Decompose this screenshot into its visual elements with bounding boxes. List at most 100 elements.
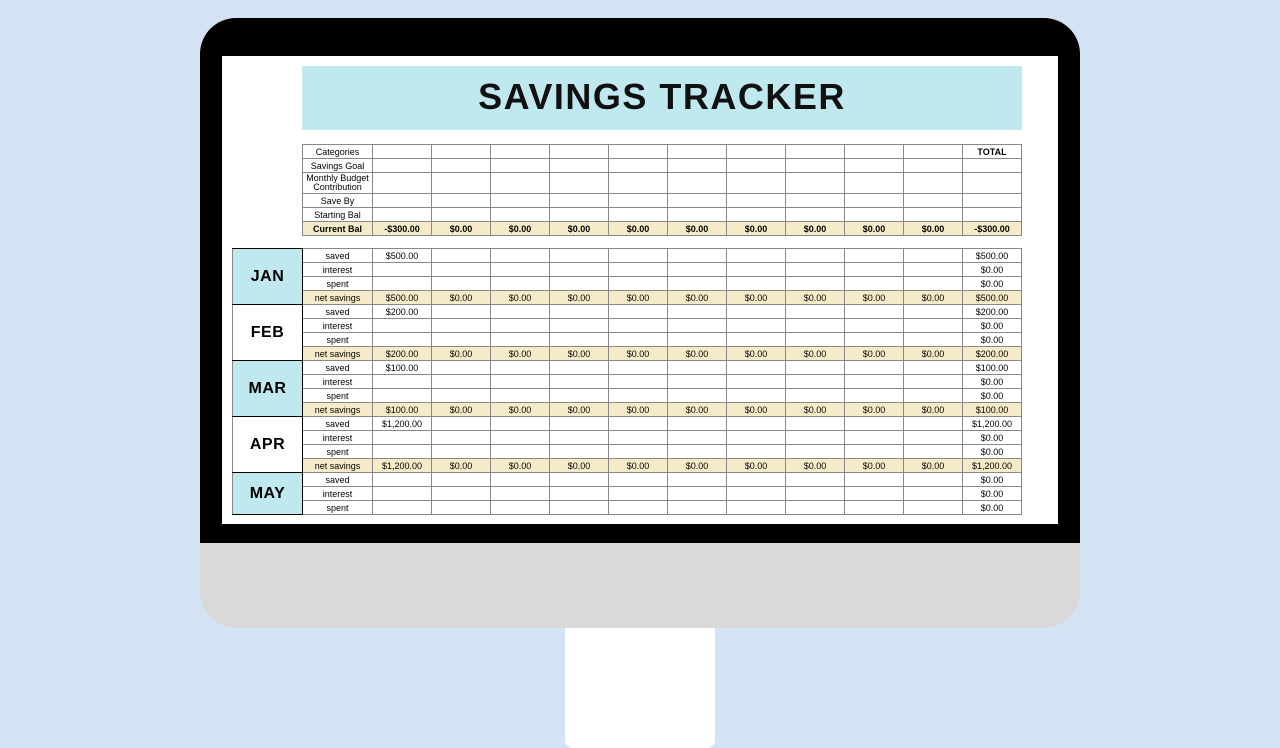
month-cell[interactable]: [491, 389, 550, 403]
month-cell[interactable]: $0.00: [550, 291, 609, 305]
month-cell[interactable]: [727, 445, 786, 459]
summary-cell[interactable]: [373, 208, 432, 222]
month-cell[interactable]: [668, 319, 727, 333]
month-cell[interactable]: [550, 305, 609, 319]
month-cell[interactable]: [904, 361, 963, 375]
month-cell[interactable]: [904, 473, 963, 487]
month-cell[interactable]: [432, 375, 491, 389]
month-cell[interactable]: [727, 305, 786, 319]
month-cell[interactable]: [432, 487, 491, 501]
month-cell[interactable]: [845, 487, 904, 501]
month-cell[interactable]: $100.00: [373, 403, 432, 417]
month-cell[interactable]: $0.00: [550, 347, 609, 361]
month-cell[interactable]: [845, 445, 904, 459]
summary-cell[interactable]: -$300.00: [373, 222, 432, 236]
month-cell[interactable]: [727, 375, 786, 389]
month-cell[interactable]: $0.00: [904, 347, 963, 361]
summary-cell[interactable]: $0.00: [845, 222, 904, 236]
month-cell[interactable]: [727, 431, 786, 445]
summary-cell[interactable]: [727, 173, 786, 194]
month-cell[interactable]: $0.00: [786, 459, 845, 473]
month-cell[interactable]: $0.00: [786, 403, 845, 417]
month-cell[interactable]: [609, 389, 668, 403]
summary-cell[interactable]: [373, 159, 432, 173]
month-cell[interactable]: [845, 277, 904, 291]
summary-cell[interactable]: [786, 173, 845, 194]
summary-cell[interactable]: $0.00: [550, 222, 609, 236]
month-cell[interactable]: [609, 501, 668, 515]
month-cell[interactable]: [550, 473, 609, 487]
month-cell[interactable]: [609, 375, 668, 389]
month-cell[interactable]: [727, 501, 786, 515]
month-cell[interactable]: [609, 473, 668, 487]
month-cell[interactable]: [373, 431, 432, 445]
summary-cell[interactable]: [845, 159, 904, 173]
month-cell[interactable]: [904, 417, 963, 431]
month-cell[interactable]: [491, 375, 550, 389]
month-cell[interactable]: [491, 277, 550, 291]
month-cell[interactable]: [904, 319, 963, 333]
summary-cell[interactable]: [432, 194, 491, 208]
month-cell[interactable]: $0.00: [432, 459, 491, 473]
month-cell[interactable]: [550, 375, 609, 389]
month-cell[interactable]: [432, 431, 491, 445]
summary-cell[interactable]: $0.00: [432, 222, 491, 236]
month-cell[interactable]: [432, 319, 491, 333]
month-cell[interactable]: $0.00: [491, 347, 550, 361]
month-cell[interactable]: [845, 389, 904, 403]
month-cell[interactable]: $0.00: [609, 403, 668, 417]
summary-cell[interactable]: [845, 145, 904, 159]
month-cell[interactable]: $0.00: [727, 403, 786, 417]
month-cell[interactable]: [668, 361, 727, 375]
month-cell[interactable]: $200.00: [373, 305, 432, 319]
month-cell[interactable]: [845, 417, 904, 431]
month-cell[interactable]: [491, 249, 550, 263]
summary-cell[interactable]: [786, 194, 845, 208]
month-cell[interactable]: [904, 389, 963, 403]
summary-cell[interactable]: [373, 173, 432, 194]
month-cell[interactable]: [904, 445, 963, 459]
summary-cell[interactable]: [668, 208, 727, 222]
month-cell[interactable]: [432, 389, 491, 403]
month-cell[interactable]: [432, 501, 491, 515]
summary-cell[interactable]: [550, 159, 609, 173]
month-cell[interactable]: [373, 445, 432, 459]
month-cell[interactable]: [668, 501, 727, 515]
month-cell[interactable]: [904, 333, 963, 347]
summary-cell[interactable]: [609, 145, 668, 159]
month-cell[interactable]: [550, 417, 609, 431]
summary-cell[interactable]: [668, 194, 727, 208]
month-cell[interactable]: [373, 263, 432, 277]
summary-cell[interactable]: [727, 194, 786, 208]
month-cell[interactable]: [668, 445, 727, 459]
month-cell[interactable]: [491, 487, 550, 501]
month-cell[interactable]: [727, 473, 786, 487]
month-cell[interactable]: [432, 417, 491, 431]
summary-cell[interactable]: [727, 208, 786, 222]
month-cell[interactable]: [491, 431, 550, 445]
month-cell[interactable]: [668, 389, 727, 403]
month-cell[interactable]: [845, 249, 904, 263]
month-cell[interactable]: [786, 501, 845, 515]
month-cell[interactable]: [668, 431, 727, 445]
month-cell[interactable]: $0.00: [668, 347, 727, 361]
month-cell[interactable]: [904, 501, 963, 515]
month-cell[interactable]: $0.00: [432, 347, 491, 361]
summary-cell[interactable]: [432, 145, 491, 159]
month-cell[interactable]: $0.00: [668, 291, 727, 305]
month-cell[interactable]: [845, 305, 904, 319]
summary-cell[interactable]: $0.00: [727, 222, 786, 236]
month-cell[interactable]: $0.00: [904, 291, 963, 305]
month-cell[interactable]: $0.00: [845, 459, 904, 473]
summary-cell[interactable]: [845, 173, 904, 194]
summary-cell[interactable]: [904, 159, 963, 173]
month-cell[interactable]: $200.00: [373, 347, 432, 361]
month-cell[interactable]: [727, 417, 786, 431]
month-cell[interactable]: [786, 431, 845, 445]
month-cell[interactable]: [373, 501, 432, 515]
month-cell[interactable]: [904, 305, 963, 319]
month-cell[interactable]: $500.00: [373, 291, 432, 305]
month-cell[interactable]: [550, 445, 609, 459]
month-cell[interactable]: [845, 431, 904, 445]
month-cell[interactable]: [786, 249, 845, 263]
